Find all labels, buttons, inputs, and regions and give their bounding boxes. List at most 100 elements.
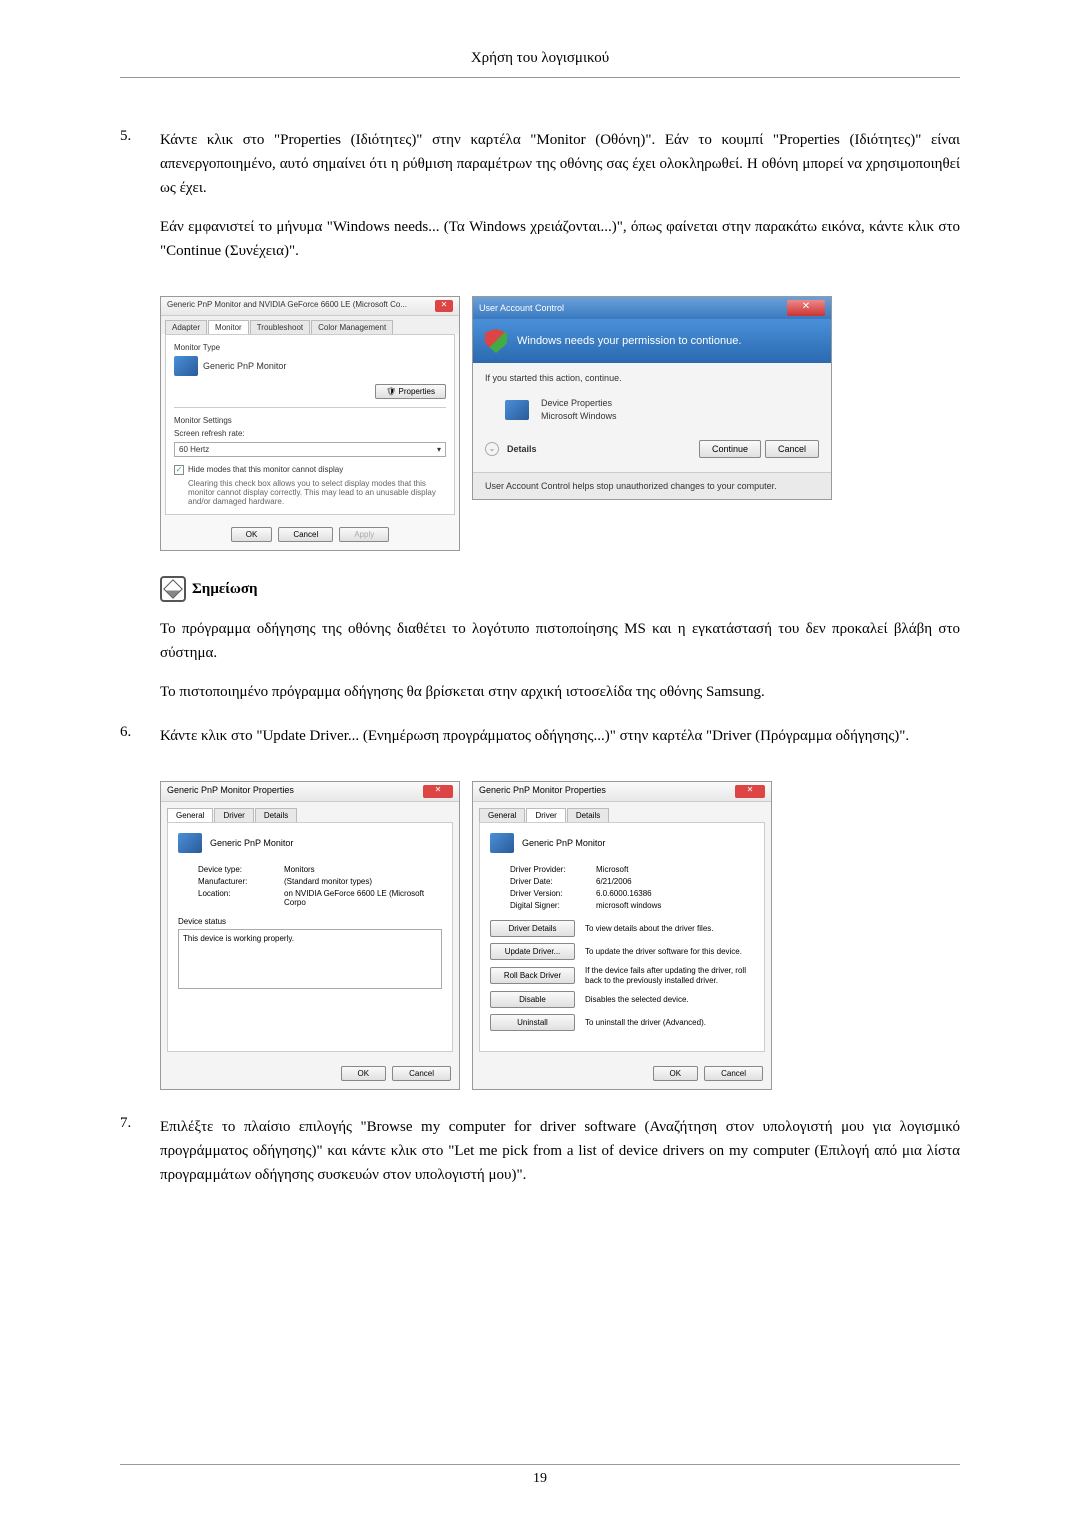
driver-details-desc: To view details about the driver files. <box>585 924 714 934</box>
close-icon[interactable]: ✕ <box>787 300 825 316</box>
dialog-buttons: OK Cancel <box>473 1058 771 1089</box>
tabs: General Driver Details <box>473 802 771 822</box>
cancel-button[interactable]: Cancel <box>278 527 333 542</box>
signer-label: Digital Signer: <box>510 901 590 910</box>
monitor-name: Generic PnP Monitor <box>210 838 293 848</box>
disable-desc: Disables the selected device. <box>585 995 689 1005</box>
apply-button[interactable]: Apply <box>339 527 389 542</box>
monitor-icon <box>178 833 202 853</box>
close-icon[interactable]: ✕ <box>435 300 453 312</box>
ok-button[interactable]: OK <box>653 1066 699 1081</box>
monitor-name: Generic PnP Monitor <box>203 361 286 371</box>
paragraph: Το πρόγραμμα οδήγησης της οθόνης διαθέτε… <box>160 617 960 665</box>
title-bar: Generic PnP Monitor Properties ✕ <box>161 782 459 802</box>
disable-button[interactable]: Disable <box>490 991 575 1008</box>
driver-info-grid: Driver Provider: Microsoft Driver Date: … <box>510 865 754 910</box>
dialog-title: Generic PnP Monitor Properties <box>167 785 294 798</box>
list-item-7: 7. Επιλέξτε το πλαίσιο επιλογής "Browse … <box>120 1115 960 1202</box>
tab-details[interactable]: Details <box>567 808 609 822</box>
device-status-label: Device status <box>178 917 442 926</box>
details-label[interactable]: Details <box>507 444 537 454</box>
paragraph: Κάντε κλικ στο "Update Driver... (Ενημέρ… <box>160 724 960 748</box>
date-label: Driver Date: <box>510 877 590 886</box>
uac-banner-text: Windows needs your permission to contion… <box>517 335 741 347</box>
details-row: ⌄ Details Continue Cancel <box>485 436 819 462</box>
cancel-button[interactable]: Cancel <box>765 440 819 458</box>
tabs: Adapter Monitor Troubleshoot Color Manag… <box>161 316 459 334</box>
list-content: Επιλέξτε το πλαίσιο επιλογής "Browse my … <box>160 1115 960 1202</box>
update-driver-button[interactable]: Update Driver... <box>490 943 575 960</box>
monitor-name: Generic PnP Monitor <box>522 838 605 848</box>
properties-button[interactable]: 🛡 Properties <box>375 384 446 399</box>
tab-general[interactable]: General <box>167 808 213 822</box>
uninstall-button[interactable]: Uninstall <box>490 1014 575 1031</box>
paragraph: Εάν εμφανιστεί το μήνυμα "Windows needs.… <box>160 215 960 263</box>
dialog-content: Generic PnP Monitor Driver Provider: Mic… <box>479 822 765 1052</box>
dialog-content: Monitor Type Generic PnP Monitor 🛡 Prope… <box>165 334 455 515</box>
note-body: Το πρόγραμμα οδήγησης της οθόνης διαθέτε… <box>160 617 960 704</box>
uac-dialog: User Account Control ✕ Windows needs you… <box>472 296 832 500</box>
shield-icon <box>485 329 507 353</box>
monitor-icon <box>174 356 198 376</box>
monitor-icon <box>490 833 514 853</box>
chevron-down-icon[interactable]: ⌄ <box>485 442 499 456</box>
update-driver-desc: To update the driver software for this d… <box>585 947 742 957</box>
properties-button-label: Properties <box>399 387 435 396</box>
paragraph: Κάντε κλικ στο "Properties (Ιδιότητες)" … <box>160 128 960 200</box>
uac-footer: User Account Control helps stop unauthor… <box>473 472 831 499</box>
page-header: Χρήση του λογισμικού <box>120 50 960 78</box>
note-header: Σημείωση <box>160 576 960 602</box>
uac-body: If you started this action, continue. De… <box>473 363 831 472</box>
signer-value: microsoft windows <box>596 901 754 910</box>
page-footer: 19 <box>120 1464 960 1487</box>
cancel-button[interactable]: Cancel <box>392 1066 451 1081</box>
hide-modes-row: ✓ Hide modes that this monitor cannot di… <box>174 465 446 475</box>
app-name: Device Properties <box>541 397 617 410</box>
refresh-rate-dropdown[interactable]: 60 Hertz ▾ <box>174 442 446 457</box>
tab-adapter[interactable]: Adapter <box>165 320 207 334</box>
tab-details[interactable]: Details <box>255 808 297 822</box>
list-number: 5. <box>120 128 160 278</box>
close-icon[interactable]: ✕ <box>735 785 765 798</box>
tab-troubleshoot[interactable]: Troubleshoot <box>250 320 310 334</box>
version-label: Driver Version: <box>510 889 590 898</box>
device-status-box: This device is working properly. <box>178 929 442 989</box>
ok-button[interactable]: OK <box>231 527 273 542</box>
tab-monitor[interactable]: Monitor <box>208 320 249 334</box>
uac-banner: Windows needs your permission to contion… <box>473 319 831 363</box>
hide-modes-checkbox[interactable]: ✓ <box>174 465 184 475</box>
location-label: Location: <box>198 889 278 907</box>
driver-details-button[interactable]: Driver Details <box>490 920 575 937</box>
date-value: 6/21/2006 <box>596 877 754 886</box>
close-icon[interactable]: ✕ <box>423 785 453 798</box>
title-bar: Generic PnP Monitor and NVIDIA GeForce 6… <box>161 297 459 316</box>
manufacturer-value: (Standard monitor types) <box>284 877 442 886</box>
list-content: Κάντε κλικ στο "Properties (Ιδιότητες)" … <box>160 128 960 278</box>
dialog-title: Generic PnP Monitor Properties <box>479 785 606 798</box>
rollback-driver-button[interactable]: Roll Back Driver <box>490 967 575 984</box>
list-content: Κάντε κλικ στο "Update Driver... (Ενημέρ… <box>160 724 960 763</box>
provider-value: Microsoft <box>596 865 754 874</box>
app-info-row: Device Properties Microsoft Windows <box>485 393 819 426</box>
tab-general[interactable]: General <box>479 808 525 822</box>
note-section: Σημείωση Το πρόγραμμα οδήγησης της οθόνη… <box>160 576 960 704</box>
note-icon <box>160 576 186 602</box>
list-number: 7. <box>120 1115 160 1202</box>
dialog-buttons: OK Cancel <box>161 1058 459 1089</box>
tab-color-management[interactable]: Color Management <box>311 320 393 334</box>
note-label: Σημείωση <box>192 581 258 598</box>
tab-driver[interactable]: Driver <box>526 808 565 822</box>
tabs: General Driver Details <box>161 802 459 822</box>
page-number: 19 <box>533 1471 547 1486</box>
dialog-buttons: OK Cancel Apply <box>161 519 459 550</box>
continue-button[interactable]: Continue <box>699 440 761 458</box>
device-info-grid: Device type: Monitors Manufacturer: (Sta… <box>198 865 442 907</box>
manufacturer-label: Manufacturer: <box>198 877 278 886</box>
app-publisher: Microsoft Windows <box>541 410 617 423</box>
tab-driver[interactable]: Driver <box>214 808 253 822</box>
dialog-content: Generic PnP Monitor Device type: Monitor… <box>167 822 453 1052</box>
cancel-button[interactable]: Cancel <box>704 1066 763 1081</box>
ok-button[interactable]: OK <box>341 1066 387 1081</box>
version-value: 6.0.6000.16386 <box>596 889 754 898</box>
paragraph: Επιλέξτε το πλαίσιο επιλογής "Browse my … <box>160 1115 960 1187</box>
